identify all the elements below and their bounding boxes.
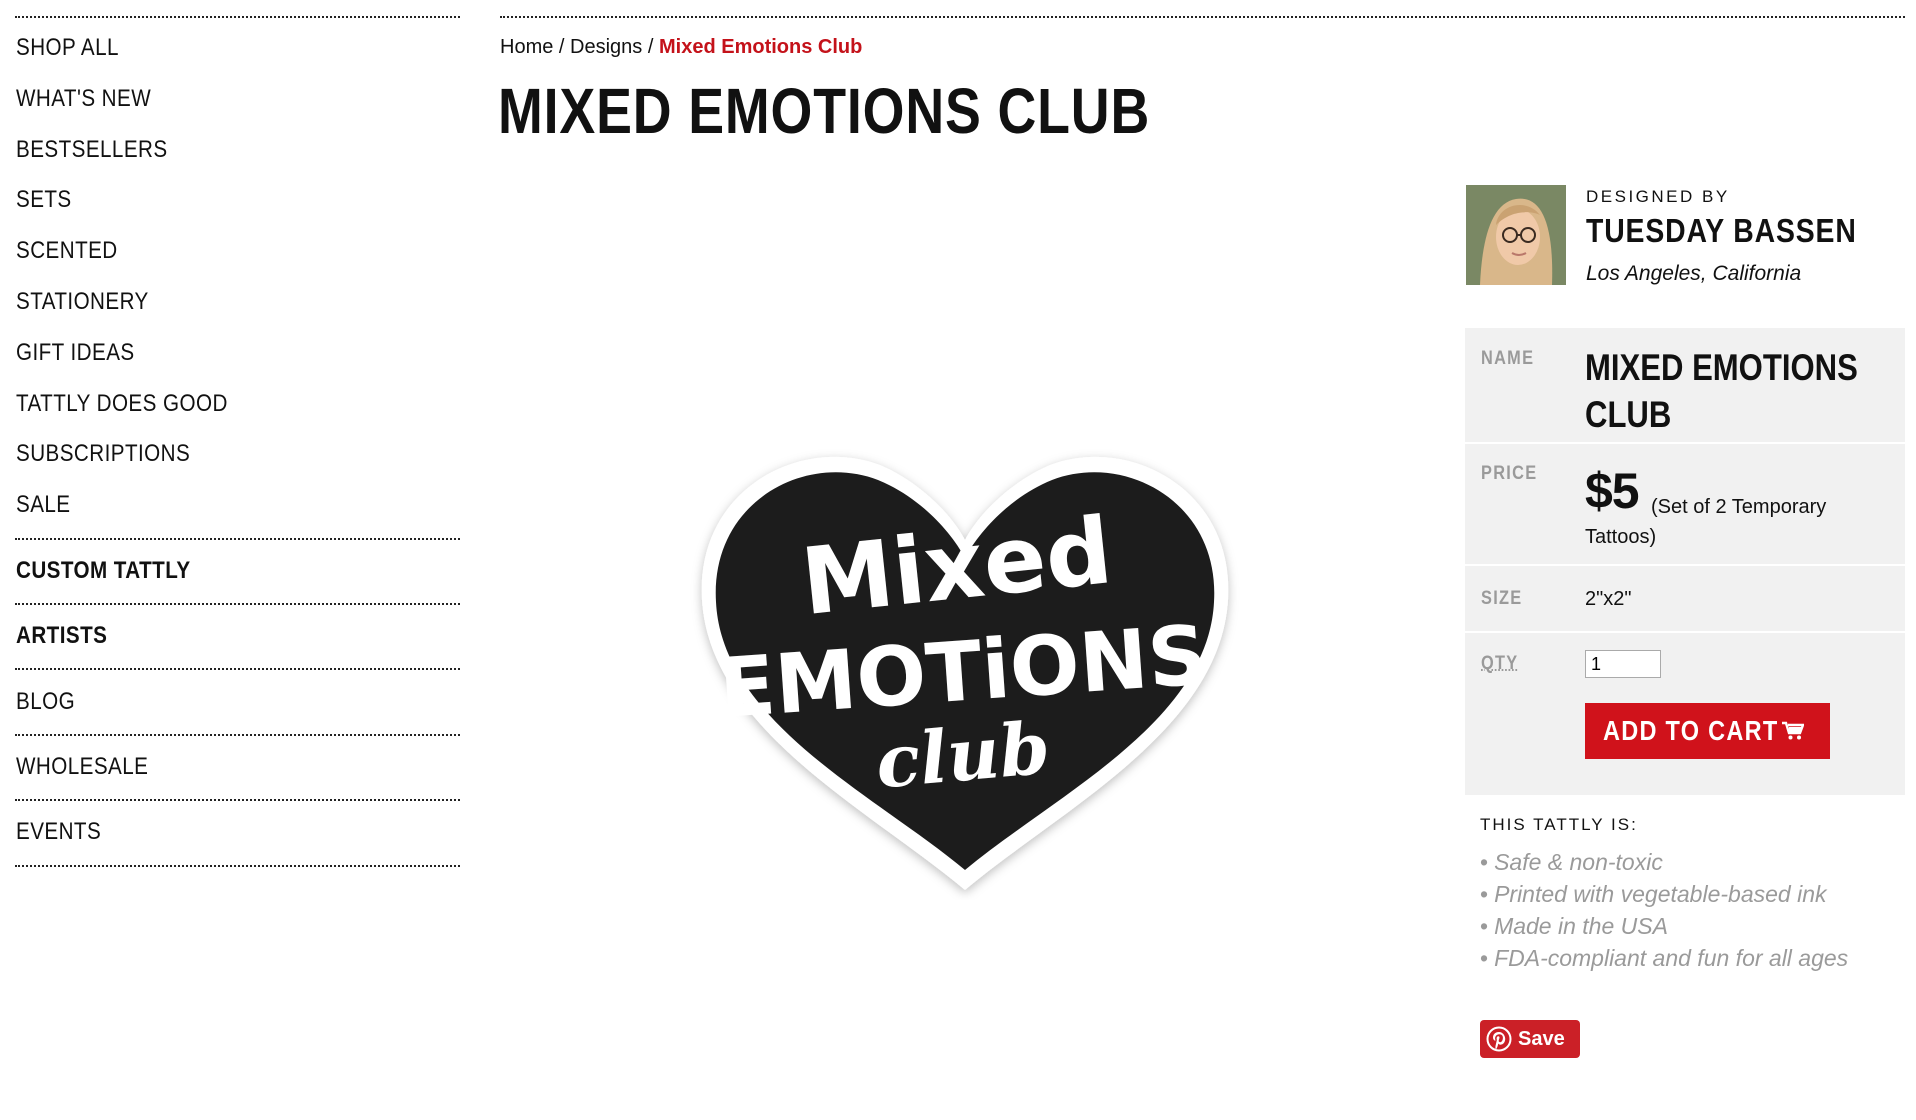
add-to-cart-label: ADD TO CART	[1603, 715, 1779, 746]
add-to-cart-button[interactable]: ADD TO CART	[1585, 703, 1830, 759]
breadcrumb-separator: /	[647, 36, 654, 58]
designer-avatar[interactable]	[1466, 185, 1566, 285]
product-name: MIXED EMOTIONS CLUB	[1585, 347, 1858, 435]
divider	[1465, 631, 1905, 633]
divider	[1465, 564, 1905, 566]
feature-item: FDA-compliant and fun for all ages	[1480, 942, 1848, 974]
feature-item: Printed with vegetable-based ink	[1480, 878, 1848, 910]
breadcrumb-home[interactable]: Home	[500, 36, 553, 58]
product-image: Mixed EMOTiONS club	[701, 456, 1229, 890]
feature-item: Made in the USA	[1480, 910, 1848, 942]
size-value: 2"x2"	[1585, 588, 1632, 610]
pinterest-icon	[1486, 1026, 1512, 1052]
breadcrumb: Home / Designs / Mixed Emotions Club	[500, 36, 862, 59]
breadcrumb-designs[interactable]: Designs	[570, 36, 642, 58]
size-label: SIZE	[1481, 588, 1523, 609]
tattly-features-list: Safe & non-toxic Printed with vegetable-…	[1480, 846, 1848, 974]
divider	[15, 668, 460, 670]
designer-location: Los Angeles, California	[1586, 262, 1802, 285]
divider	[15, 16, 460, 18]
nav-sale[interactable]: SALE	[16, 491, 71, 519]
divider	[15, 799, 460, 801]
product-details-panel: NAME MIXED EMOTIONS CLUB PRICE (Set of 2…	[1465, 328, 1905, 795]
divider	[1465, 442, 1905, 444]
divider	[500, 16, 1905, 18]
page-title: MIXED EMOTIONS CLUB	[498, 75, 1151, 147]
divider	[15, 865, 460, 867]
price-label: PRICE	[1481, 463, 1538, 484]
nav-artists[interactable]: ARTISTS	[16, 622, 107, 650]
divider	[15, 538, 460, 540]
nav-shop-all[interactable]: SHOP ALL	[16, 34, 119, 62]
tattly-features-heading: THIS TATTLY IS:	[1480, 815, 1638, 834]
name-label: NAME	[1481, 348, 1535, 369]
nav-tattly-does-good[interactable]: TATTLY DOES GOOD	[16, 390, 228, 418]
nav-blog[interactable]: BLOG	[16, 688, 75, 716]
price-value: $5	[1585, 463, 1640, 519]
feature-item: Safe & non-toxic	[1480, 846, 1848, 878]
nav-events[interactable]: EVENTS	[16, 818, 101, 846]
designer-name[interactable]: TUESDAY BASSEN	[1586, 212, 1857, 250]
nav-gift-ideas[interactable]: GIFT IDEAS	[16, 339, 135, 367]
breadcrumb-current: Mixed Emotions Club	[659, 36, 863, 58]
nav-custom-tattly[interactable]: CUSTOM TATTLY	[16, 557, 191, 585]
qty-label: QTY	[1481, 653, 1519, 674]
pinterest-save-label: Save	[1518, 1027, 1565, 1050]
nav-whats-new[interactable]: WHAT'S NEW	[16, 85, 151, 113]
nav-sets[interactable]: SETS	[16, 186, 72, 214]
pinterest-save-button[interactable]: Save	[1480, 1020, 1580, 1058]
nav-subscriptions[interactable]: SUBSCRIPTIONS	[16, 440, 190, 468]
designed-by-heading: DESIGNED BY	[1586, 187, 1730, 206]
shopping-cart-icon	[1782, 721, 1804, 740]
nav-bestsellers[interactable]: BESTSELLERS	[16, 136, 168, 164]
nav-scented[interactable]: SCENTED	[16, 237, 118, 265]
divider	[15, 603, 460, 605]
quantity-input[interactable]	[1585, 650, 1661, 678]
nav-stationery[interactable]: STATIONERY	[16, 288, 149, 316]
divider	[15, 734, 460, 736]
breadcrumb-separator: /	[558, 36, 565, 58]
heart-text-line3: club	[872, 705, 1053, 805]
nav-wholesale[interactable]: WHOLESALE	[16, 753, 148, 781]
